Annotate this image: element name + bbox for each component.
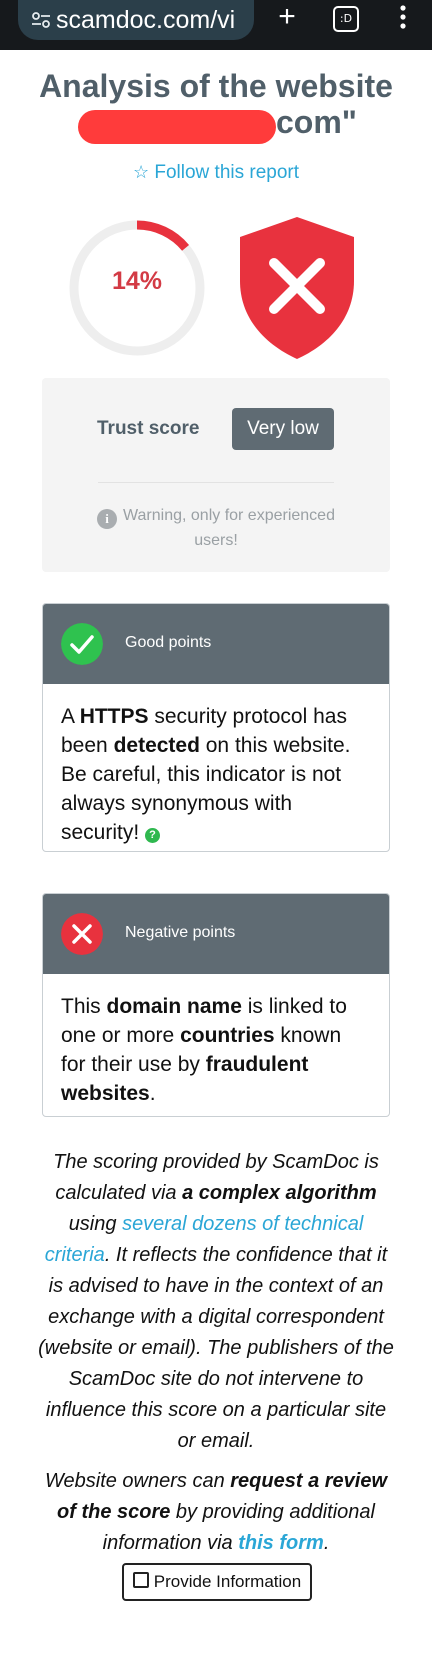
more-menu-icon[interactable] — [393, 4, 413, 34]
domain-line: com" — [0, 102, 432, 144]
page-content: Analysis of the website com" ☆ Follow th… — [0, 50, 432, 1660]
review-request-text: Website owners can request a review of t… — [44, 1470, 388, 1554]
negative-points-text: This domain name is linked to one or mor… — [61, 995, 347, 1105]
follow-report-label: Follow this report — [154, 162, 300, 183]
new-tab-icon[interactable]: + — [272, 2, 302, 32]
this-form-link[interactable]: this form — [238, 1532, 324, 1554]
follow-report-link[interactable]: ☆ Follow this report — [0, 162, 432, 184]
star-icon: ☆ — [132, 162, 150, 182]
good-points-text: A HTTPS security protocol has been detec… — [61, 705, 351, 844]
trust-score-panel: Trust score Very low i Warning, only for … — [42, 378, 390, 572]
score-percent: 14% — [111, 267, 163, 295]
divider — [98, 482, 334, 483]
url-text: scamdoc.com/vi — [56, 5, 236, 34]
good-points-title: Good points — [125, 634, 212, 651]
redacted-domain — [78, 110, 276, 144]
warning-note: i Warning, only for experienced users! — [90, 504, 342, 553]
check-icon — [61, 623, 103, 665]
warning-text: Warning, only for experienced users! — [123, 507, 335, 549]
address-bar[interactable]: scamdoc.com/vi — [18, 0, 254, 40]
danger-shield-icon — [240, 217, 354, 359]
info-icon: i — [97, 509, 118, 529]
negative-points-title: Negative points — [125, 924, 236, 941]
page-title: Analysis of the website — [39, 68, 393, 104]
good-points-header: Good points — [43, 604, 389, 684]
site-settings-icon[interactable] — [28, 7, 54, 33]
provide-information-button[interactable]: Provide Information — [122, 1563, 312, 1601]
checkbox-icon — [132, 1572, 149, 1588]
negative-points-header: Negative points — [43, 894, 389, 974]
help-icon[interactable]: ? — [145, 828, 161, 843]
scoring-explanation: The scoring provided by ScamDoc is calcu… — [38, 1151, 394, 1452]
domain-suffix: com" — [276, 104, 357, 140]
good-points-card: Good points A HTTPS security protocol ha… — [42, 603, 390, 852]
trust-score-badge: Very low — [232, 408, 334, 450]
trust-score-label: Trust score — [97, 418, 200, 439]
cross-icon — [61, 913, 103, 955]
negative-points-card: Negative points This domain name is link… — [42, 893, 390, 1117]
tab-switcher-button[interactable]: :D — [333, 6, 359, 32]
browser-toolbar: scamdoc.com/vi + :D — [0, 0, 432, 50]
